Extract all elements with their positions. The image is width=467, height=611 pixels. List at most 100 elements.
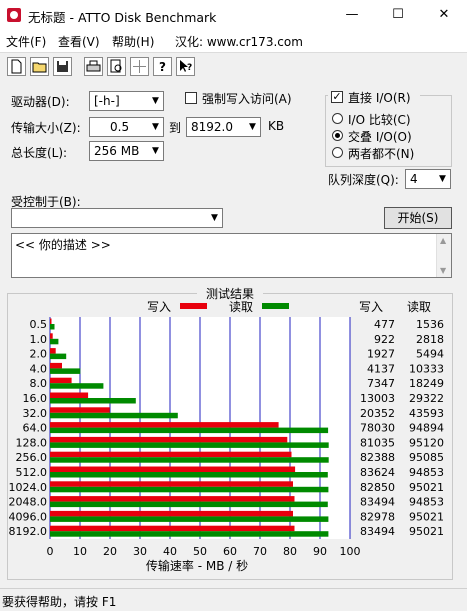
chevron-down-icon: ▼ bbox=[152, 146, 159, 156]
write-bar bbox=[50, 481, 293, 487]
scroll-down-icon[interactable]: ▼ bbox=[440, 266, 446, 275]
read-bar bbox=[50, 531, 329, 537]
svg-text:?: ? bbox=[159, 60, 166, 74]
menu-help[interactable]: 帮助(H) bbox=[112, 33, 154, 50]
write-legend-swatch bbox=[180, 303, 207, 309]
overlapped-io-radio[interactable] bbox=[332, 130, 343, 141]
open-folder-icon[interactable] bbox=[30, 57, 49, 76]
read-value-label: 29322 bbox=[409, 392, 444, 405]
menu-localization[interactable]: 汉化: www.cr173.com bbox=[175, 33, 303, 50]
move-icon[interactable] bbox=[130, 57, 149, 76]
x-tick-label: 20 bbox=[103, 545, 117, 558]
io-compare-radio[interactable] bbox=[332, 113, 343, 124]
chevron-down-icon: ▼ bbox=[439, 174, 446, 184]
write-column-header: 写入 bbox=[359, 300, 383, 314]
write-value-label: 78030 bbox=[360, 422, 395, 435]
transfer-from-select[interactable]: 0.5 ▼ bbox=[89, 117, 164, 137]
print-icon[interactable] bbox=[84, 57, 103, 76]
write-value-label: 81035 bbox=[360, 436, 395, 449]
scroll-up-icon[interactable]: ▲ bbox=[440, 236, 446, 245]
context-help-icon[interactable]: ? bbox=[176, 57, 195, 76]
total-length-select[interactable]: 256 MB ▼ bbox=[89, 141, 164, 161]
y-tick-label: 16.0 bbox=[23, 392, 48, 405]
controlled-by-select[interactable]: ▼ bbox=[11, 208, 223, 228]
write-bar bbox=[50, 392, 89, 398]
read-bar bbox=[50, 442, 329, 448]
y-tick-label: 1.0 bbox=[30, 333, 48, 346]
save-icon[interactable] bbox=[53, 57, 72, 76]
write-bar bbox=[50, 348, 56, 354]
toolbar: ? ? bbox=[0, 52, 467, 81]
y-tick-label: 4.0 bbox=[30, 362, 48, 375]
drive-select[interactable]: [-h-] ▼ bbox=[89, 91, 164, 111]
x-axis-label: 传输速率 - MB / 秒 bbox=[146, 558, 248, 573]
direct-io-label: 直接 I/O(R) bbox=[348, 91, 411, 105]
print-preview-icon[interactable] bbox=[107, 57, 126, 76]
write-bar bbox=[50, 362, 62, 369]
read-value-label: 95021 bbox=[409, 510, 444, 523]
overlapped-io-label: 交叠 I/O(O) bbox=[348, 130, 412, 144]
to-label: 到 bbox=[169, 121, 182, 135]
results-chart: 测试结果 写入 读取 写入 读取 0.5 1.0 2.04.0 8.0 16.0 32.0… bbox=[7, 286, 453, 580]
write-value-label: 477 bbox=[374, 318, 395, 331]
read-value-label: 94894 bbox=[409, 422, 444, 435]
y-tick-label: 8192.0 bbox=[9, 525, 48, 538]
window-title: 无标题 - ATTO Disk Benchmark bbox=[28, 10, 217, 25]
read-value-label: 95021 bbox=[409, 481, 444, 494]
write-value-label: 83494 bbox=[360, 525, 395, 538]
write-bar bbox=[50, 407, 110, 413]
write-value-label: 82978 bbox=[360, 510, 395, 523]
start-button[interactable]: 开始(S) bbox=[384, 207, 452, 229]
scrollbar[interactable]: ▲ ▼ bbox=[436, 234, 451, 277]
write-bar bbox=[50, 466, 296, 472]
y-tick-label: 1024.0 bbox=[9, 481, 48, 494]
force-write-checkbox[interactable] bbox=[185, 92, 197, 104]
y-tick-label: 64.0 bbox=[23, 422, 48, 435]
help-icon[interactable]: ? bbox=[153, 57, 172, 76]
y-tick-label: 256.0 bbox=[16, 451, 48, 464]
x-tick-label: 0 bbox=[47, 545, 54, 558]
write-bar bbox=[50, 496, 295, 502]
new-file-icon[interactable] bbox=[7, 57, 26, 76]
y-tick-label: 128.0 bbox=[16, 436, 48, 449]
y-tick-label: 0.5 bbox=[30, 318, 48, 331]
neither-label: 两者都不(N) bbox=[348, 147, 415, 161]
write-bar bbox=[50, 510, 293, 517]
transfer-to-select[interactable]: 8192.0 ▼ bbox=[186, 117, 261, 137]
read-value-label: 1536 bbox=[416, 318, 444, 331]
read-value-label: 5494 bbox=[416, 348, 444, 361]
x-tick-label: 10 bbox=[73, 545, 87, 558]
write-bar bbox=[50, 451, 292, 458]
maximize-button[interactable]: ☐ bbox=[375, 0, 421, 30]
queue-depth-select[interactable]: 4 ▼ bbox=[405, 169, 451, 189]
read-bar bbox=[50, 338, 59, 345]
read-value-label: 18249 bbox=[409, 377, 444, 390]
neither-radio[interactable] bbox=[332, 147, 343, 158]
read-bar bbox=[50, 486, 329, 493]
write-bar bbox=[50, 318, 52, 324]
direct-io-checkbox[interactable]: ✓ bbox=[331, 91, 343, 103]
description-textarea[interactable]: << 你的描述 >> ▲ ▼ bbox=[11, 233, 452, 278]
results-panel: 测试结果 写入 读取 写入 读取 0.5 1.0 2.0 4.0 8.0 16.0 32.0… bbox=[7, 286, 453, 580]
read-bar bbox=[50, 516, 329, 522]
io-compare-label: I/O 比较(C) bbox=[348, 113, 411, 127]
menu-view[interactable]: 查看(V) bbox=[58, 33, 100, 50]
status-bar: 要获得帮助，请按 F1 bbox=[0, 588, 467, 611]
read-bar bbox=[50, 457, 329, 463]
write-value-label: 83624 bbox=[360, 466, 395, 479]
write-bar bbox=[50, 436, 288, 443]
close-button[interactable]: ✕ bbox=[421, 0, 467, 30]
read-bar bbox=[50, 368, 81, 374]
x-tick-label: 90 bbox=[313, 545, 327, 558]
y-tick-label: 4096.0 bbox=[9, 510, 48, 523]
read-bar bbox=[50, 353, 67, 360]
read-legend-label: 读取 bbox=[229, 300, 253, 314]
read-value-label: 43593 bbox=[409, 407, 444, 420]
minimize-button[interactable]: — bbox=[329, 0, 375, 30]
status-text: 要获得帮助，请按 F1 bbox=[2, 595, 117, 609]
menu-file[interactable]: 文件(F) bbox=[6, 33, 46, 50]
write-value-label: 922 bbox=[374, 333, 395, 346]
read-bar bbox=[50, 472, 328, 478]
read-bar bbox=[50, 398, 136, 404]
read-value-label: 95120 bbox=[409, 436, 444, 449]
